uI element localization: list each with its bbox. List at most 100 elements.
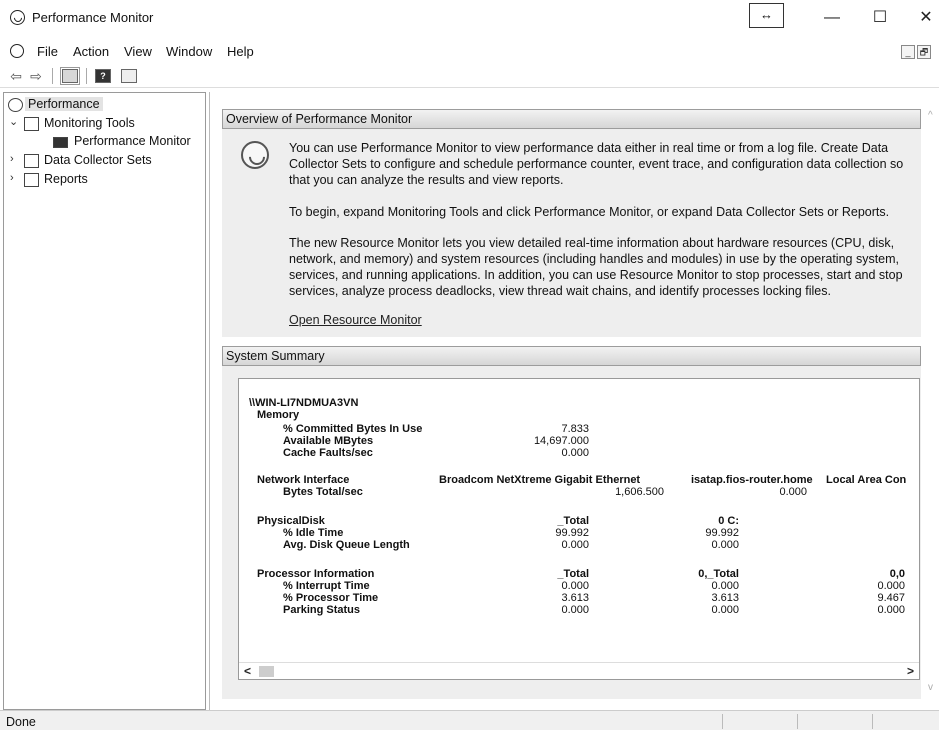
- chevron-right-icon[interactable]: ›: [10, 172, 14, 184]
- chevron-right-icon[interactable]: ›: [10, 153, 14, 165]
- counter-value: 3.613: [561, 592, 589, 604]
- performance-monitor-icon: [241, 141, 269, 169]
- performance-monitor-icon: [53, 137, 68, 148]
- data-collector-sets-icon: [24, 154, 39, 168]
- counter-value: 0.000: [561, 604, 589, 616]
- show-hide-action-pane-icon[interactable]: [121, 69, 137, 83]
- physical-disk-title: PhysicalDisk: [257, 515, 325, 527]
- network-instance: isatap.fios-router.home: [691, 474, 813, 486]
- window-title: Performance Monitor: [32, 10, 154, 25]
- counter-value: 14,697.000: [533, 435, 589, 447]
- counter-label: % Processor Time: [283, 592, 379, 604]
- counter-value: 0.000: [779, 486, 807, 498]
- overview-paragraph-2: To begin, expand Monitoring Tools and cl…: [289, 205, 890, 219]
- counter-value: 0.000: [711, 604, 739, 616]
- network-instance: Local Area Con: [826, 474, 907, 486]
- system-summary-header[interactable]: System Summary: [222, 346, 921, 366]
- console-tree: Performance ⌄ Monitoring Tools Performan…: [3, 92, 206, 710]
- tree-item-performance-monitor[interactable]: Performance Monitor: [74, 134, 191, 148]
- toolbar: ⇦ ⇨ ?: [0, 64, 939, 88]
- performance-monitor-app-icon: [10, 10, 25, 25]
- open-resource-monitor-link[interactable]: Open Resource Monitor: [289, 313, 422, 327]
- system-menu-icon[interactable]: [10, 44, 24, 58]
- counter-label: % Committed Bytes In Use: [283, 423, 423, 435]
- memory-title: Memory: [257, 409, 300, 421]
- tree-item-monitoring-tools[interactable]: Monitoring Tools: [44, 116, 135, 130]
- network-interface-title: Network Interface: [257, 474, 350, 486]
- processor-instance: 0,_Total: [698, 568, 739, 580]
- monitoring-tools-icon: [24, 117, 39, 131]
- counter-value: 0.000: [877, 580, 905, 592]
- tree-item-data-collector-sets[interactable]: Data Collector Sets: [44, 153, 152, 167]
- processor-instance: _Total: [557, 568, 589, 580]
- status-separator: [872, 714, 873, 729]
- overview-paragraph-3: The new Resource Monitor lets you view d…: [289, 236, 903, 298]
- network-instance: Broadcom NetXtreme Gigabit Ethernet: [439, 474, 641, 486]
- tree-item-reports[interactable]: Reports: [44, 172, 88, 186]
- counter-value: 0.000: [711, 580, 739, 592]
- status-bar: Done: [0, 710, 939, 730]
- overview-section: You can use Performance Monitor to view …: [222, 129, 921, 337]
- counter-label: % Interrupt Time: [283, 580, 370, 592]
- status-separator: [797, 714, 798, 729]
- disk-instance: 0 C:: [718, 515, 739, 527]
- status-text: Done: [6, 715, 36, 729]
- system-summary-box: \\WIN-LI7NDMUA3VN Memory % Committed Byt…: [238, 378, 920, 680]
- mdi-restore-button[interactable]: 🗗: [917, 45, 931, 59]
- forward-arrow-icon[interactable]: ⇨: [28, 68, 44, 84]
- minimize-button[interactable]: —: [822, 8, 842, 28]
- close-button[interactable]: ✕: [916, 8, 936, 28]
- menu-bar: File Action View Window Help _ 🗗: [0, 38, 939, 64]
- menu-view[interactable]: View: [124, 44, 152, 59]
- counter-value: 0.000: [561, 580, 589, 592]
- scroll-up-icon[interactable]: ^: [928, 110, 933, 121]
- processor-information-title: Processor Information: [257, 568, 375, 580]
- counter-value: 0.000: [561, 539, 589, 551]
- reports-icon: [24, 173, 39, 187]
- resize-button[interactable]: ↔: [749, 3, 784, 28]
- tree-item-performance[interactable]: Performance: [25, 97, 103, 111]
- back-arrow-icon[interactable]: ⇦: [8, 68, 24, 84]
- menu-file[interactable]: File: [37, 44, 58, 59]
- system-summary-section: \\WIN-LI7NDMUA3VN Memory % Committed Byt…: [222, 366, 921, 699]
- counter-value: 7.833: [561, 423, 589, 435]
- menu-action[interactable]: Action: [73, 44, 109, 59]
- horizontal-scrollbar[interactable]: < >: [239, 662, 919, 679]
- scroll-left-icon[interactable]: <: [244, 664, 251, 678]
- menu-window[interactable]: Window: [166, 44, 212, 59]
- counter-value: 9.467: [877, 592, 905, 604]
- toolbar-separator: [86, 68, 87, 84]
- title-bar: Performance Monitor ↔ — ☐ ✕: [0, 0, 939, 38]
- counter-value: 1,606.500: [615, 486, 664, 498]
- main-panel: ^ v Overview of Performance Monitor You …: [209, 92, 939, 710]
- scroll-down-icon[interactable]: v: [928, 682, 933, 693]
- status-separator: [722, 714, 723, 729]
- counter-label: Cache Faults/sec: [283, 447, 373, 459]
- counter-value: 0.000: [711, 539, 739, 551]
- machine-name: \\WIN-LI7NDMUA3VN: [249, 397, 359, 409]
- counter-value: 3.613: [711, 592, 739, 604]
- chevron-down-icon[interactable]: ⌄: [9, 115, 18, 128]
- overview-paragraph-1: You can use Performance Monitor to view …: [289, 141, 904, 187]
- scroll-right-icon[interactable]: >: [907, 664, 914, 678]
- scrollbar-thumb[interactable]: [259, 666, 274, 677]
- show-hide-console-tree-icon[interactable]: [60, 67, 80, 85]
- toolbar-separator: [52, 68, 53, 84]
- counter-value: 99.992: [555, 527, 589, 539]
- disk-instance: _Total: [557, 515, 589, 527]
- processor-instance: 0,0: [889, 568, 905, 580]
- counter-value: 0.000: [877, 604, 905, 616]
- counter-label: Bytes Total/sec: [283, 486, 363, 498]
- counter-value: 99.992: [705, 527, 739, 539]
- counter-label: Avg. Disk Queue Length: [283, 539, 410, 551]
- maximize-button[interactable]: ☐: [870, 8, 890, 28]
- counter-label: Parking Status: [283, 604, 361, 616]
- menu-help[interactable]: Help: [227, 44, 254, 59]
- overview-header[interactable]: Overview of Performance Monitor: [222, 109, 921, 129]
- help-icon[interactable]: ?: [95, 69, 111, 83]
- performance-icon: [8, 98, 23, 112]
- counter-value: 0.000: [561, 447, 589, 459]
- counter-label: Available MBytes: [283, 435, 374, 447]
- counter-label: % Idle Time: [283, 527, 344, 539]
- mdi-minimize-button[interactable]: _: [901, 45, 915, 59]
